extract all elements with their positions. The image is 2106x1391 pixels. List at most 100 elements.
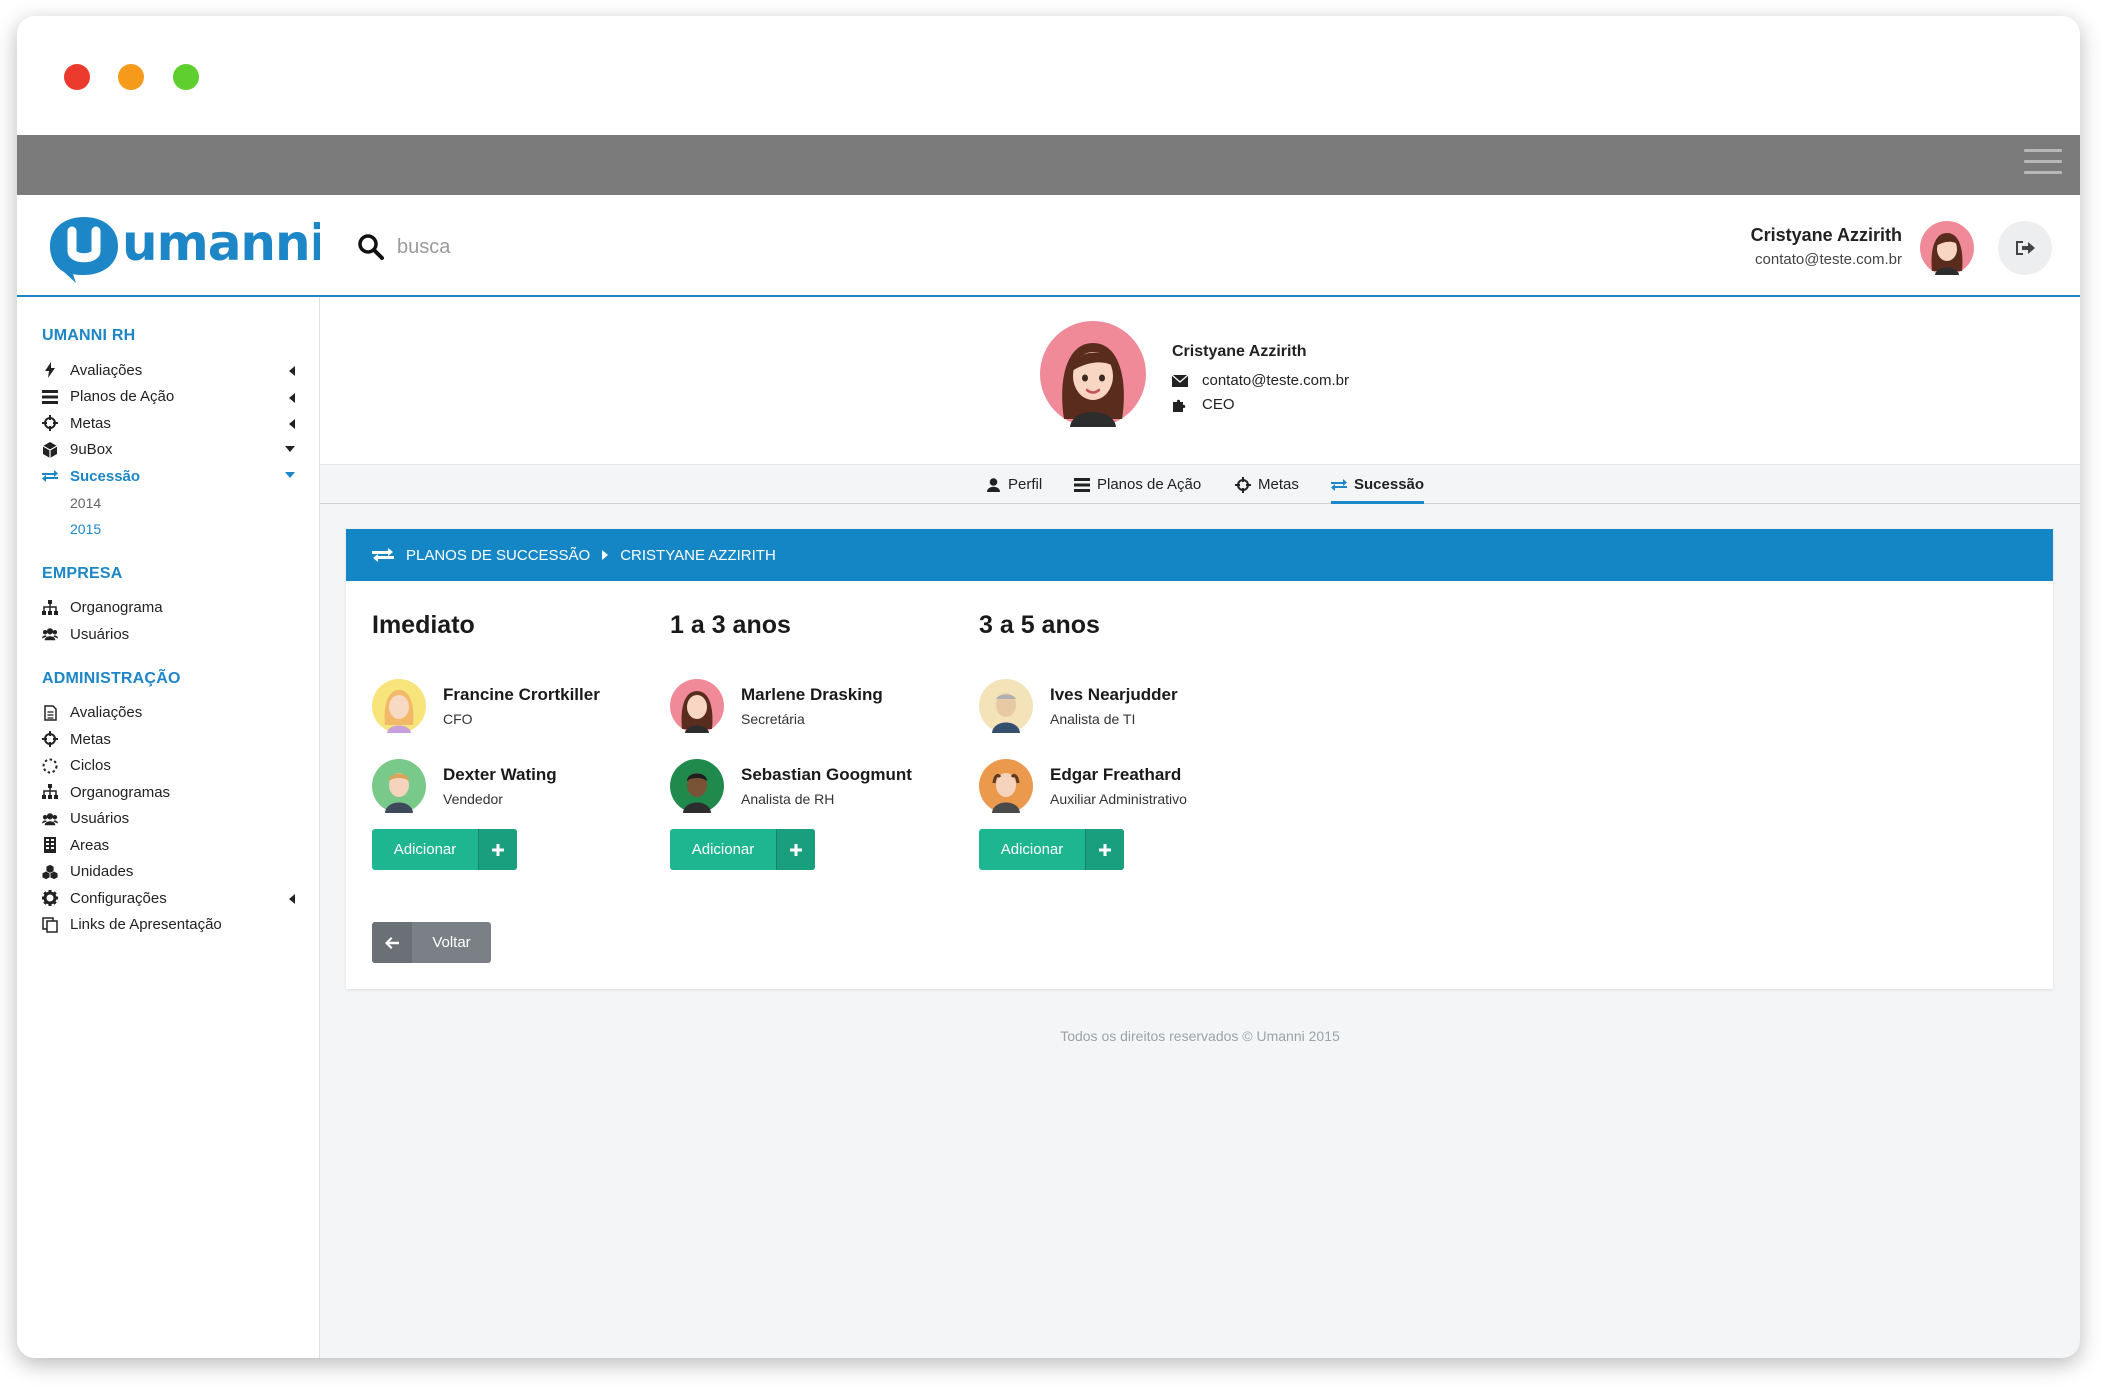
succession-card: PLANOS DE SUCCESSÃO CRISTYANE AZZIRITH I… <box>346 529 2053 989</box>
caret-down-icon <box>285 472 295 478</box>
footer-copyright: Todos os direitos reservados © Umanni 20… <box>1060 1028 1340 1044</box>
person-name: Marlene Drasking <box>741 685 883 704</box>
list-item[interactable]: Ives Nearjudder Analista de TI <box>979 666 1187 746</box>
window-titlebar <box>17 16 2080 135</box>
sidebar-item-admin-links-de-apresentacao[interactable]: Links de Apresentação <box>17 912 319 939</box>
sidebar-item-admin-usuarios[interactable]: Usuários <box>17 806 319 833</box>
list-item[interactable]: Sebastian Googmunt Analista de RH <box>670 746 912 826</box>
breadcrumb: PLANOS DE SUCCESSÃO CRISTYANE AZZIRITH <box>346 529 2053 581</box>
search-input[interactable] <box>397 227 797 267</box>
sidebar-item-admin-unidades[interactable]: Unidades <box>17 859 319 886</box>
sidebar-item-label: Planos de Ação <box>70 388 175 406</box>
close-window-button[interactable] <box>64 64 90 90</box>
crosshairs-icon <box>42 415 58 432</box>
sidebar-item-admin-configuracoes[interactable]: Configurações <box>17 885 319 912</box>
caret-right-icon <box>602 550 609 560</box>
profile-tabs: Perfil Planos de Ação Metas Sucessão <box>320 464 2080 504</box>
list-item[interactable]: Francine Crortkiller CFO <box>372 666 600 746</box>
sidebar: UMANNI RH Avaliações Planos de Ação Meta… <box>17 297 320 1358</box>
document-icon <box>42 705 58 721</box>
caret-left-icon <box>289 392 295 403</box>
umanni-logo[interactable]: umanni <box>40 213 320 283</box>
profile-role-row: CEO <box>1172 396 1235 413</box>
sidebar-item-planos-de-acao[interactable]: Planos de Ação <box>17 384 319 411</box>
sitemap-icon <box>42 599 58 616</box>
sitemap-icon <box>42 784 58 800</box>
person-role: Auxiliar Administrativo <box>1050 791 1187 807</box>
profile-name: Cristyane Azzirith <box>1172 343 1307 360</box>
sidebar-item-usuarios[interactable]: Usuários <box>17 621 319 648</box>
app-header: umanni Cristyane Azzirith contato@teste.… <box>17 195 2080 297</box>
sign-out-icon <box>2016 241 2035 255</box>
add-imediato-button[interactable]: Adicionar <box>372 829 517 870</box>
tab-label: Planos de Ação <box>1097 476 1202 493</box>
avatar <box>670 759 724 813</box>
sidebar-item-metas[interactable]: Metas <box>17 410 319 437</box>
profile-avatar <box>1040 321 1146 427</box>
back-button[interactable]: Voltar <box>372 922 491 963</box>
sidebar-subitem-2015[interactable]: 2015 <box>17 516 319 543</box>
sidebar-section-administracao: ADMINISTRAÇÃO Avaliações Metas Ciclos Or… <box>17 670 319 939</box>
header-user-email: contato@teste.com.br <box>1755 251 1902 268</box>
sidebar-item-admin-ciclos[interactable]: Ciclos <box>17 753 319 780</box>
column-title: Imediato <box>372 611 475 639</box>
arrow-left-icon <box>372 922 412 963</box>
sidebar-item-label: Organograma <box>70 599 163 617</box>
tab-perfil[interactable]: Perfil <box>985 465 1042 504</box>
list-item[interactable]: Edgar Freathard Auxiliar Administrativo <box>979 746 1187 826</box>
sidebar-item-9ubox[interactable]: 9uBox <box>17 437 319 464</box>
envelope-icon <box>1172 373 1188 389</box>
person-name: Dexter Wating <box>443 765 557 784</box>
column-title: 1 a 3 anos <box>670 611 791 639</box>
logout-button[interactable] <box>1998 221 2052 275</box>
person-name: Francine Crortkiller <box>443 685 600 704</box>
column-title: 3 a 5 anos <box>979 611 1100 639</box>
exchange-icon <box>372 547 394 563</box>
add-button-label: Adicionar <box>691 841 755 858</box>
sidebar-item-admin-avaliacoes[interactable]: Avaliações <box>17 700 319 727</box>
add-3-a-5-anos-button[interactable]: Adicionar <box>979 829 1124 870</box>
header-user-name: Cristyane Azzirith <box>1750 225 1902 245</box>
plus-icon <box>776 829 815 870</box>
list-item[interactable]: Dexter Wating Vendedor <box>372 746 600 826</box>
breadcrumb-current: CRISTYANE AZZIRITH <box>620 546 776 564</box>
list-icon <box>42 389 58 405</box>
copy-icon <box>42 917 58 933</box>
sidebar-subitem-2014[interactable]: 2014 <box>17 490 319 517</box>
maximize-window-button[interactable] <box>173 64 199 90</box>
exchange-icon <box>42 468 58 484</box>
crosshairs-icon <box>1235 476 1251 493</box>
sidebar-item-label: Avaliações <box>70 704 143 722</box>
sidebar-item-admin-organogramas[interactable]: Organogramas <box>17 779 319 806</box>
add-button-label: Adicionar <box>393 841 457 858</box>
sidebar-item-avaliacoes[interactable]: Avaliações <box>17 357 319 384</box>
caret-left-icon <box>289 366 295 376</box>
column-1-a-3-anos: 1 a 3 anos Marlene Drasking Secretária S… <box>670 611 912 826</box>
minimize-window-button[interactable] <box>118 64 144 90</box>
tab-metas[interactable]: Metas <box>1235 465 1299 504</box>
tab-label: Metas <box>1258 476 1299 493</box>
person-role: Secretária <box>741 711 805 727</box>
sidebar-item-admin-areas[interactable]: Areas <box>17 832 319 859</box>
hamburger-menu-icon[interactable] <box>2024 149 2062 181</box>
list-item[interactable]: Marlene Drasking Secretária <box>670 666 912 746</box>
sidebar-section-umanni-rh: UMANNI RH Avaliações Planos de Ação Meta… <box>17 327 319 543</box>
tab-planos-de-acao[interactable]: Planos de Ação <box>1074 465 1201 504</box>
header-avatar[interactable] <box>1920 221 1974 275</box>
search-icon <box>358 234 384 260</box>
cube-icon <box>42 441 58 458</box>
add-1-a-3-anos-button[interactable]: Adicionar <box>670 829 815 870</box>
sidebar-item-label: Organogramas <box>70 783 171 801</box>
sidebar-section-title: ADMINISTRAÇÃO <box>42 669 181 687</box>
bolt-icon <box>42 362 58 379</box>
breadcrumb-section[interactable]: PLANOS DE SUCCESSÃO <box>406 547 590 564</box>
sidebar-item-organograma[interactable]: Organograma <box>17 595 319 622</box>
sidebar-item-label: Metas <box>70 730 111 748</box>
tab-sucessao[interactable]: Sucessão <box>1331 465 1425 504</box>
back-button-label: Voltar <box>432 934 471 951</box>
logo-text: umanni <box>122 214 320 272</box>
sidebar-item-sucessao[interactable]: Sucessão <box>17 463 319 490</box>
profile-panel: Cristyane Azzirith contato@teste.com.br … <box>320 297 2080 464</box>
sidebar-item-admin-metas[interactable]: Metas <box>17 726 319 753</box>
building-icon <box>42 837 58 854</box>
